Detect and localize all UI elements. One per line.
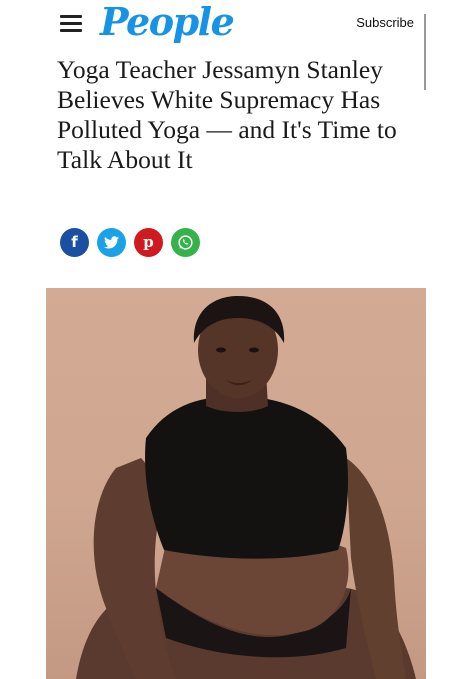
hamburger-icon[interactable] bbox=[60, 13, 84, 33]
twitter-share-button[interactable] bbox=[97, 228, 126, 257]
whatsapp-icon bbox=[178, 235, 193, 250]
subscribe-link[interactable]: Subscribe bbox=[356, 15, 414, 30]
whatsapp-share-button[interactable] bbox=[171, 228, 200, 257]
site-logo[interactable]: People bbox=[100, 0, 235, 46]
share-bar: f p bbox=[60, 228, 200, 258]
scrollbar[interactable] bbox=[424, 14, 426, 90]
article-headline: Yoga Teacher Jessamyn Stanley Believes W… bbox=[57, 55, 397, 174]
pinterest-share-button[interactable]: p bbox=[134, 228, 163, 257]
facebook-share-button[interactable]: f bbox=[60, 228, 89, 257]
portrait-illustration bbox=[76, 296, 416, 679]
site-header: People Subscribe bbox=[46, 0, 426, 48]
twitter-icon bbox=[104, 236, 119, 249]
pinterest-icon: p bbox=[143, 233, 154, 251]
facebook-icon: f bbox=[71, 233, 78, 251]
article-photo bbox=[46, 288, 426, 679]
article-page: People Subscribe Yoga Teacher Jessamyn S… bbox=[46, 0, 426, 679]
